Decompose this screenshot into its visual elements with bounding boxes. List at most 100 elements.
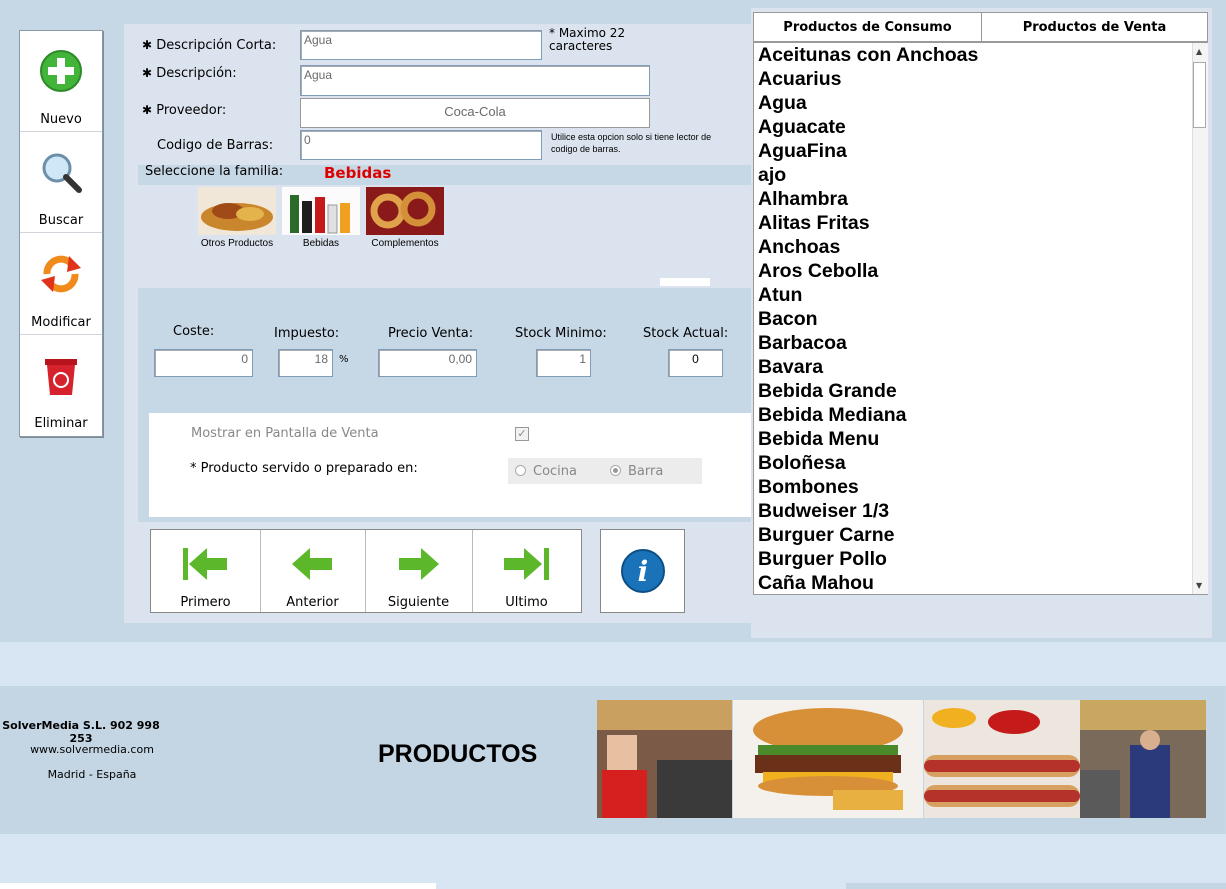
family-item-complementos[interactable]: Complementos (365, 187, 445, 249)
search-label: Buscar (38, 213, 84, 228)
scroll-thumb[interactable] (1193, 62, 1206, 128)
food-plate-icon (198, 187, 276, 235)
list-item[interactable]: Bebida Grande (754, 379, 1207, 403)
refresh-icon (41, 255, 81, 293)
prev-label: Anterior (286, 595, 339, 610)
record-navigation: Primero Anterior Siguiente Ultimo (150, 529, 582, 613)
onion-rings-icon (366, 187, 444, 235)
tab-venta[interactable]: Productos de Venta (982, 13, 1207, 41)
list-item[interactable]: Bavara (754, 355, 1207, 379)
desc-input[interactable]: Agua (300, 65, 650, 96)
new-label: Nuevo (40, 112, 82, 127)
delete-button[interactable]: Eliminar (20, 335, 102, 435)
price-label: Precio Venta: (388, 326, 474, 341)
list-item[interactable]: Bebida Menu (754, 427, 1207, 451)
first-button[interactable]: Primero (151, 530, 261, 612)
family-item-bebidas[interactable]: Bebidas (282, 187, 360, 249)
hotdog-photo (924, 700, 1080, 818)
family-item-otros[interactable]: Otros Productos (197, 187, 277, 249)
barcode-input[interactable]: 0 (300, 130, 542, 160)
list-item[interactable]: Budweiser 1/3 (754, 499, 1207, 523)
list-item[interactable]: Burguer Pollo (754, 547, 1207, 571)
list-item[interactable]: Caña Mahou (754, 571, 1207, 594)
show-sale-label: Mostrar en Pantalla de Venta (191, 426, 379, 441)
list-item[interactable]: Bacon (754, 307, 1207, 331)
list-item[interactable]: ajo (754, 163, 1207, 187)
tax-input[interactable]: 18 (278, 349, 333, 377)
first-label: Primero (180, 595, 231, 610)
supplier-label: ✱ Proveedor: (142, 103, 227, 118)
scroll-down-icon[interactable]: ▼ (1196, 581, 1202, 590)
cost-input[interactable]: 0 (154, 349, 253, 377)
tax-unit: % (339, 354, 349, 365)
barcode-hint: Utilice esta opcion solo si tiene lector… (551, 132, 712, 154)
arrow-first-icon (183, 548, 227, 580)
new-button[interactable]: Nuevo (20, 31, 102, 132)
supplier-button[interactable]: Coca-Cola (300, 98, 650, 128)
next-label: Siguiente (387, 595, 450, 610)
last-label: Ultimo (505, 595, 548, 610)
list-item[interactable]: Boloñesa (754, 451, 1207, 475)
company-name: SolverMedia S.L. 902 998 253 (2, 719, 160, 745)
arrow-left-icon (292, 548, 332, 580)
list-item[interactable]: Aceitunas con Anchoas (754, 43, 1207, 67)
tab-consumo[interactable]: Productos de Consumo (754, 13, 982, 41)
radio-cocina-label: Cocina (533, 464, 577, 479)
info-icon: i (621, 549, 665, 593)
bottles-icon (282, 187, 360, 235)
stock-cur-input[interactable]: 0 (668, 349, 723, 377)
short-desc-hint: * Maximo 22 caracteres (549, 26, 626, 53)
scroll-up-icon[interactable]: ▲ (1196, 47, 1202, 56)
list-item[interactable]: Aros Cebolla (754, 259, 1207, 283)
list-item[interactable]: AguaFina (754, 139, 1207, 163)
list-item[interactable]: Alitas Fritas (754, 211, 1207, 235)
cost-label: Coste: (173, 324, 215, 339)
family-item-label: Bebidas (302, 238, 340, 249)
modify-button[interactable]: Modificar (20, 234, 102, 335)
location-text: Madrid - España (47, 768, 137, 781)
magnifier-icon (42, 153, 82, 193)
price-input[interactable]: 0,00 (378, 349, 477, 377)
prev-button[interactable]: Anterior (260, 530, 366, 612)
modify-label: Modificar (31, 315, 91, 330)
family-item-label: Otros Productos (200, 238, 274, 249)
family-item-label: Complementos (371, 238, 439, 249)
family-selected: Bebidas (324, 164, 392, 182)
radio-cocina[interactable] (515, 465, 526, 476)
product-list[interactable]: Aceitunas con Anchoas Acuarius Agua Aguacat… (753, 42, 1208, 595)
list-item[interactable]: Bombones (754, 475, 1207, 499)
show-sale-checkbox[interactable]: ✓ (515, 427, 529, 441)
barcode-label: Codigo de Barras: (157, 138, 274, 153)
list-item[interactable]: Bebida Mediana (754, 403, 1207, 427)
stock-cur-label: Stock Actual: (643, 326, 729, 341)
list-item[interactable]: Alhambra (754, 187, 1207, 211)
search-button[interactable]: Buscar (20, 132, 102, 233)
radio-barra-label: Barra (628, 464, 664, 479)
restaurant-photo (597, 700, 732, 818)
list-item[interactable]: Atun (754, 283, 1207, 307)
stock-min-label: Stock Minimo: (515, 326, 607, 341)
tax-label: Impuesto: (274, 326, 340, 341)
list-item[interactable]: Agua (754, 91, 1207, 115)
list-item[interactable]: Aguacate (754, 115, 1207, 139)
stock-min-input[interactable]: 1 (536, 349, 591, 377)
list-item[interactable]: Barbacoa (754, 331, 1207, 355)
family-scroll-stub (660, 278, 710, 286)
plus-icon (40, 50, 82, 92)
next-button[interactable]: Siguiente (365, 530, 473, 612)
list-item[interactable]: Acuarius (754, 67, 1207, 91)
family-label: Seleccione la familia: (145, 164, 284, 179)
action-toolbar: Nuevo Buscar Modificar Eliminar (19, 30, 103, 437)
svg-text:i: i (638, 555, 649, 588)
last-button[interactable]: Ultimo (472, 530, 581, 612)
list-item[interactable]: Burguer Carne (754, 523, 1207, 547)
website-link[interactable]: www.solvermedia.com (10, 743, 174, 756)
radio-barra[interactable] (610, 465, 621, 476)
short-desc-input[interactable]: Agua (300, 30, 542, 60)
burger-photo (733, 700, 923, 818)
info-button[interactable]: i (600, 529, 685, 613)
footer-band-bottom (0, 834, 1226, 889)
footer-band-top (0, 642, 1226, 686)
arrow-last-icon (504, 548, 549, 580)
list-item[interactable]: Anchoas (754, 235, 1207, 259)
